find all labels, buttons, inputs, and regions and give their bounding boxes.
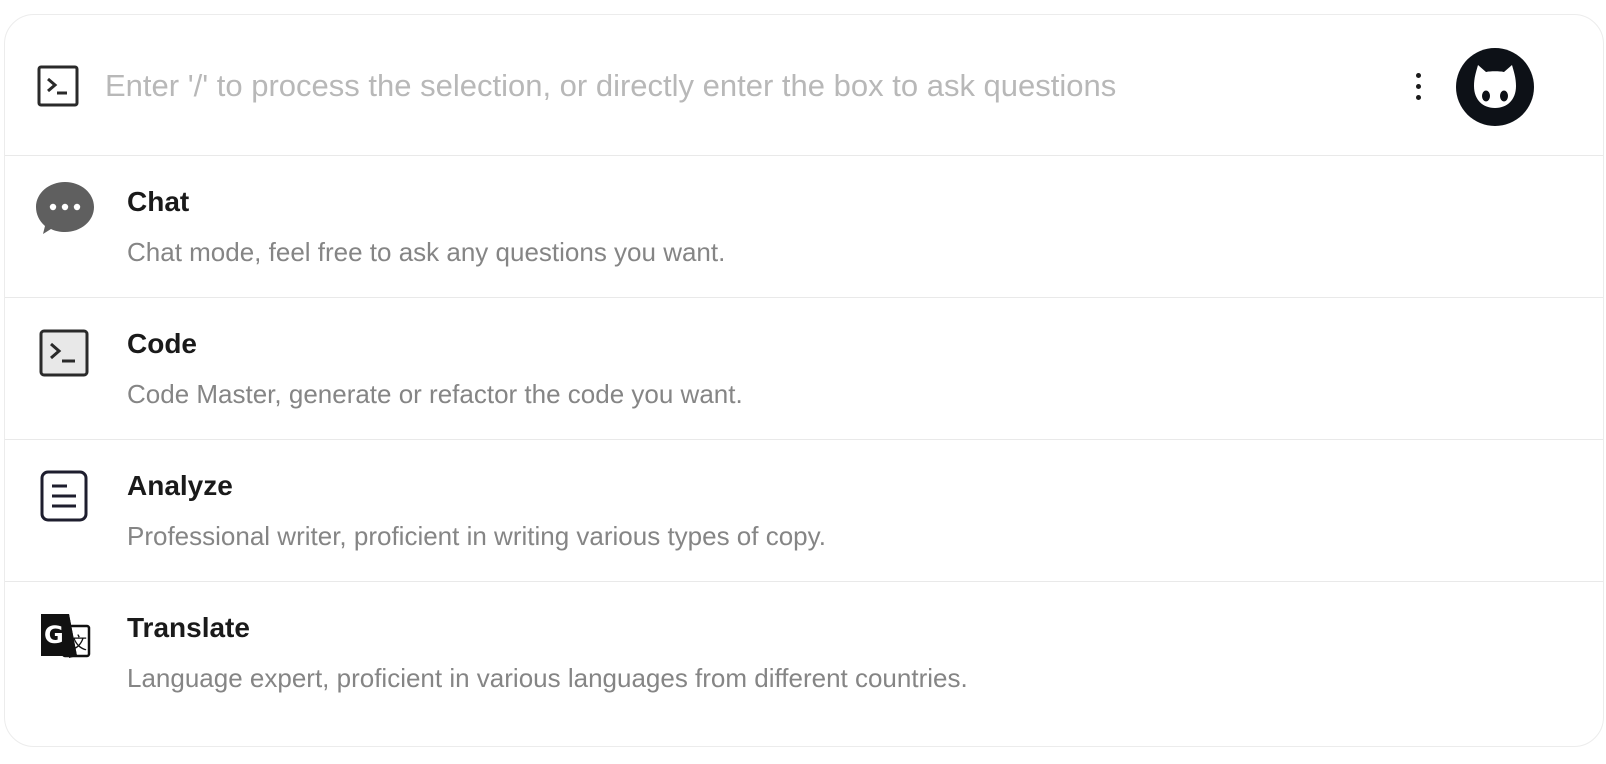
mode-item-code[interactable]: Code Code Master, generate or refactor t… (5, 298, 1603, 440)
svg-text:G: G (44, 621, 64, 649)
mode-item-translate[interactable]: G 文 Translate Language expert, proficien… (5, 582, 1603, 724)
search-input[interactable] (105, 63, 1365, 109)
mode-title: Chat (127, 186, 190, 217)
ghost-avatar-icon[interactable] (1456, 48, 1534, 126)
translate-icon: G 文 (33, 606, 97, 670)
mode-description: Professional writer, proficient in writi… (127, 521, 826, 551)
terminal-icon (37, 65, 79, 107)
mode-description: Code Master, generate or refactor the co… (127, 379, 743, 409)
svg-text:文: 文 (70, 634, 87, 654)
chat-bubble-icon (33, 180, 97, 244)
more-dot (1415, 83, 1421, 89)
mode-description: Language expert, proficient in various l… (127, 663, 968, 693)
search-bar (5, 15, 1603, 156)
document-icon (33, 464, 97, 528)
mode-title: Analyze (127, 470, 233, 501)
mode-title: Code (127, 328, 197, 359)
more-dot (1415, 94, 1421, 100)
more-vertical-icon (1415, 72, 1421, 78)
more-options-button[interactable] (1403, 63, 1433, 109)
mode-item-analyze[interactable]: Analyze Professional writer, proficient … (5, 440, 1603, 582)
mode-title: Translate (127, 612, 250, 643)
mode-item-chat[interactable]: Chat Chat mode, feel free to ask any que… (5, 156, 1603, 298)
ai-command-panel: Chat Chat mode, feel free to ask any que… (4, 14, 1604, 747)
terminal-icon (33, 322, 97, 386)
mode-description: Chat mode, feel free to ask any question… (127, 237, 726, 267)
